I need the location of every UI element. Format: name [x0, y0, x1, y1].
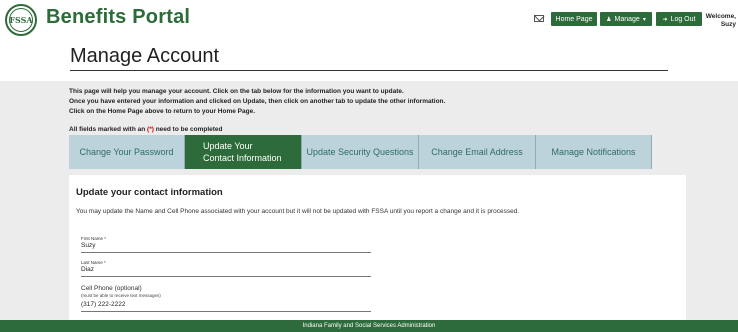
header: FSSA Benefits Portal Home Page ♟ Manage … [0, 0, 738, 39]
required-prefix: All fields marked with an [69, 126, 148, 133]
required-note: All fields marked with an (*) need to be… [69, 126, 223, 133]
tab-change-password[interactable]: Change Your Password [69, 135, 185, 169]
cell-phone-value[interactable]: (317) 222-2222 [81, 301, 371, 308]
fssa-logo[interactable]: FSSA [5, 4, 37, 36]
welcome-line: Welcome, [705, 13, 736, 20]
last-name-value[interactable]: Diaz [81, 266, 371, 273]
cell-phone-label: Cell Phone (optional) [81, 285, 142, 292]
logo-seal: FSSA [9, 8, 33, 32]
tab-update-security-questions[interactable]: Update Security Questions [302, 135, 419, 169]
last-name-label: Last Name * [81, 260, 106, 265]
first-name-label: First Name * [81, 236, 107, 241]
tab-update-contact-information[interactable]: Update Your Contact Information [185, 135, 302, 169]
tab-label-line1: Update Your [203, 141, 253, 151]
caret-down-icon: ▾ [642, 16, 646, 23]
logout-label: Log Out [670, 15, 696, 23]
last-name-field[interactable]: Last Name * Diaz [81, 260, 371, 277]
tab-label: Change Email Address [431, 147, 523, 157]
instruction-line: This page will help you manage your acco… [69, 88, 404, 95]
home-page-label: Home Page [555, 15, 593, 23]
title-underline [70, 70, 668, 71]
home-page-button[interactable]: Home Page [551, 12, 597, 26]
title-band: Manage Account [0, 39, 738, 81]
instruction-line: Once you have entered your information a… [69, 98, 446, 105]
tab-change-email-address[interactable]: Change Email Address [419, 135, 536, 169]
mail-icon[interactable] [534, 15, 544, 22]
user-icon: ♟ [606, 16, 612, 23]
instructions: This page will help you manage your acco… [69, 87, 689, 117]
tab-label-line2: Contact Information [203, 153, 282, 163]
cell-phone-underline [81, 311, 371, 312]
last-name-underline [81, 276, 371, 277]
cell-phone-sublabel: (must be able to receive text messages) [81, 293, 161, 298]
tab-bar: Change Your Password Update Your Contact… [69, 135, 652, 169]
footer: Indiana Family and Social Services Admin… [0, 320, 738, 332]
tab-label: Manage Notifications [551, 147, 636, 157]
cell-phone-field[interactable]: Cell Phone (optional) (must be able to r… [81, 285, 371, 312]
page-title: Manage Account [70, 45, 219, 67]
tab-label: Update Security Questions [306, 147, 414, 157]
panel-description: You may update the Name and Cell Phone a… [76, 208, 520, 215]
logout-button[interactable]: ➜ Log Out [656, 12, 702, 26]
required-suffix: need to be completed [153, 126, 223, 133]
first-name-field[interactable]: First Name * Suzy [81, 236, 371, 253]
manage-label: Manage [614, 15, 640, 23]
contact-info-panel: Update your contact information You may … [69, 175, 686, 320]
manage-button[interactable]: ♟ Manage ▾ [600, 12, 652, 26]
welcome-text: Welcome, Suzy [704, 13, 738, 29]
welcome-user: Suzy [720, 21, 736, 28]
tab-label: Change Your Password [79, 147, 174, 157]
instruction-line: Click on the Home Page above to return t… [69, 108, 256, 115]
logout-icon: ➜ [662, 16, 668, 23]
first-name-value[interactable]: Suzy [81, 242, 371, 249]
panel-title: Update your contact information [76, 187, 223, 198]
required-asterisk: (*) [147, 126, 154, 133]
page: FSSA Benefits Portal Home Page ♟ Manage … [0, 0, 738, 332]
brand-title: Benefits Portal [46, 6, 191, 28]
footer-text: Indiana Family and Social Services Admin… [302, 323, 436, 329]
first-name-underline [81, 252, 371, 253]
tab-manage-notifications[interactable]: Manage Notifications [536, 135, 652, 169]
